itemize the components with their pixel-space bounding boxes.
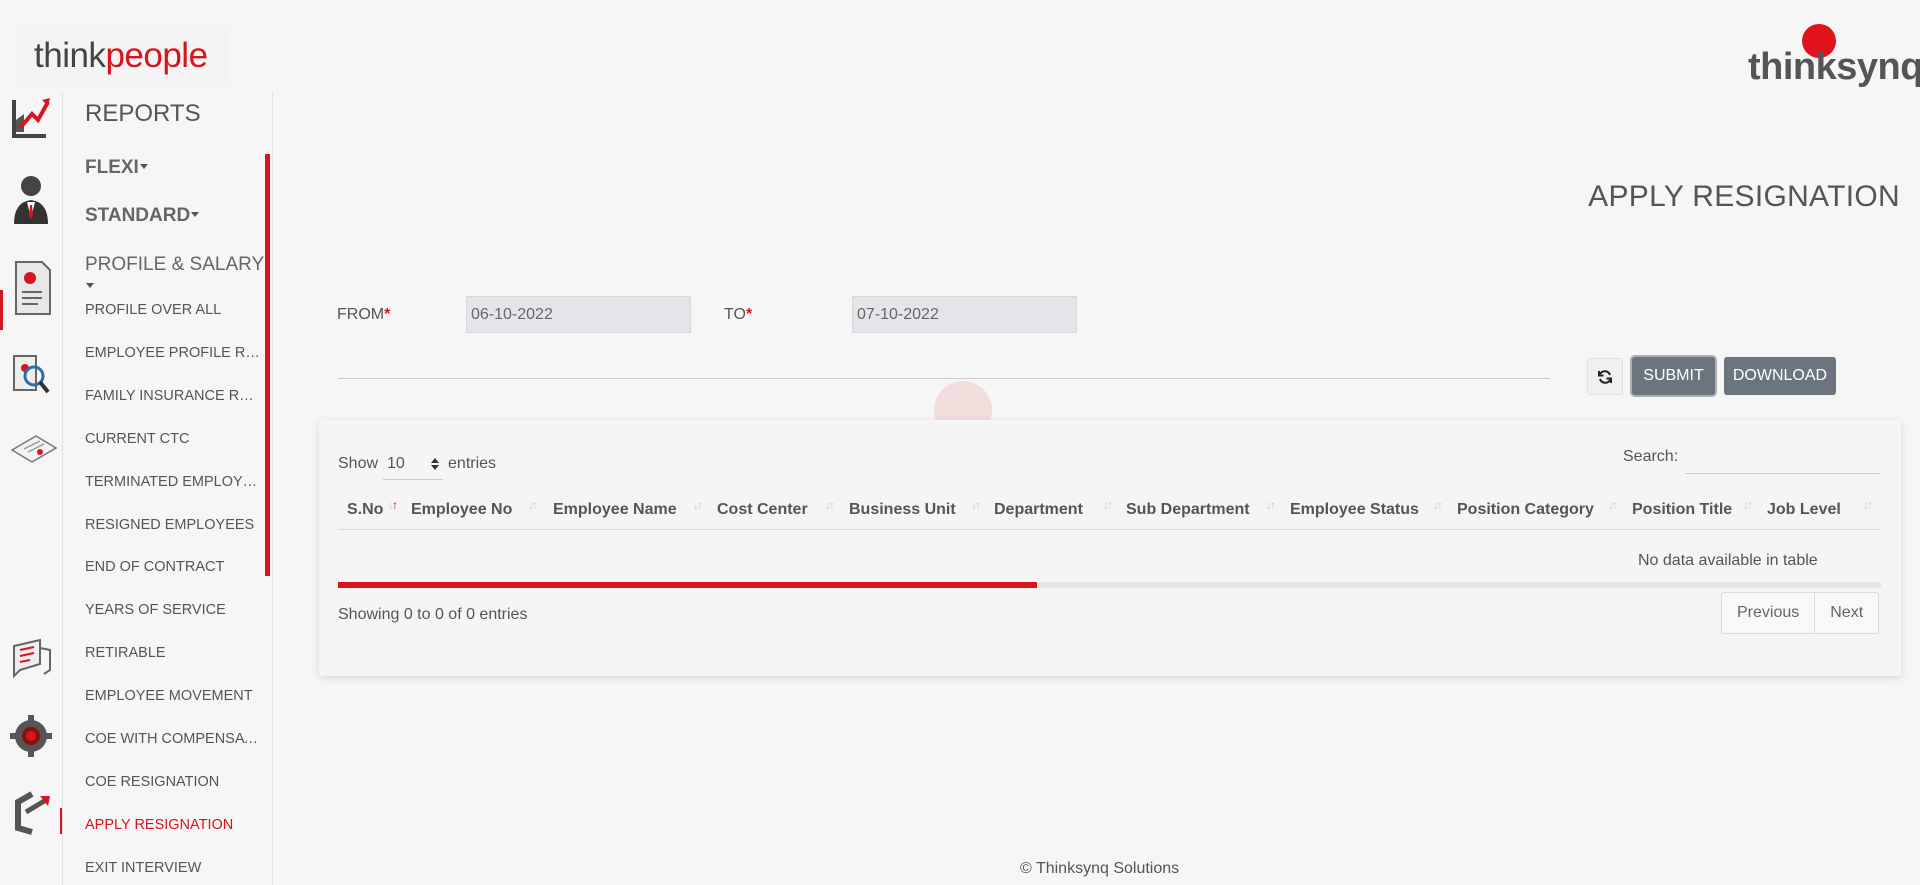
sort-icon[interactable]: ↓↑ — [1266, 498, 1276, 512]
logout-icon[interactable] — [10, 788, 52, 840]
sort-icon[interactable]: ↓↑ — [971, 498, 981, 512]
show-label: Show — [338, 455, 379, 472]
refresh-button[interactable] — [1587, 358, 1623, 395]
column-header-cost-center[interactable]: Cost Center — [717, 490, 808, 530]
subnav-item-family-insurance-report[interactable]: FAMILY INSURANCE REPORT — [85, 388, 260, 404]
reports-subnav: REPORTS FLEXI STANDARD PROFILE & SALARY … — [60, 92, 273, 885]
search-input[interactable] — [1685, 440, 1880, 474]
loading-progress-bar — [338, 582, 1881, 588]
subnav-item-coe-with-compensation[interactable]: COE WITH COMPENSATION — [85, 731, 260, 747]
subnav-item-resigned-employees[interactable]: RESIGNED EMPLOYEES — [85, 517, 260, 533]
document-profile-icon[interactable] — [10, 258, 52, 315]
submit-button[interactable]: SUBMIT — [1632, 357, 1715, 395]
certificate-icon[interactable] — [10, 430, 58, 482]
previous-page-button[interactable]: Previous — [1722, 593, 1814, 633]
subnav-item-coe-resignation[interactable]: COE RESIGNATION — [85, 774, 260, 790]
subnav-title: REPORTS — [85, 100, 201, 127]
caret-down-icon — [139, 164, 148, 169]
group-flexi-label: FLEXI — [85, 157, 139, 178]
sort-icon[interactable]: ↓↑ — [1433, 498, 1443, 512]
rail-active-indicator — [0, 290, 3, 330]
sort-icon[interactable]: ↓↑ — [1863, 498, 1873, 512]
group-standard[interactable]: STANDARD — [85, 205, 200, 227]
subnav-item-end-of-contract[interactable]: END OF CONTRACT — [85, 559, 260, 575]
logo-text-thinksynq: thinksynq — [1748, 46, 1920, 88]
messages-icon[interactable] — [10, 636, 52, 688]
column-header-sub-department[interactable]: Sub Department — [1126, 490, 1250, 530]
entries-label: entries — [448, 455, 497, 472]
employee-icon[interactable] — [10, 172, 52, 224]
subnav-item-profile-over-all[interactable]: PROFILE OVER ALL — [85, 302, 260, 318]
sort-icon[interactable]: ↓↑ — [693, 498, 703, 512]
column-header-position-category[interactable]: Position Category — [1457, 490, 1594, 530]
logo-text-think: think — [34, 36, 106, 75]
thinkpeople-logo: think people — [18, 26, 228, 86]
required-mark: * — [384, 306, 391, 323]
group-profile-salary-label: PROFILE & SALARY — [85, 254, 265, 275]
from-label-text: FROM — [337, 306, 385, 323]
column-header-sno[interactable]: S.No — [347, 490, 383, 530]
from-date-input[interactable] — [466, 296, 691, 333]
subnav-item-years-of-service[interactable]: YEARS OF SERVICE — [85, 602, 260, 618]
thinksynq-logo: thinksynq — [1748, 24, 1920, 96]
sort-icon[interactable]: ↓↑ — [825, 498, 835, 512]
refresh-icon — [1598, 369, 1612, 384]
subnav-item-exit-interview[interactable]: EXIT INTERVIEW — [85, 860, 260, 876]
download-button[interactable]: DOWNLOAD — [1724, 357, 1836, 395]
to-label-text: TO — [724, 306, 746, 323]
subnav-item-current-ctc[interactable]: CURRENT CTC — [85, 431, 260, 447]
column-header-business-unit[interactable]: Business Unit — [849, 490, 956, 530]
pagination: Previous Next — [1721, 592, 1880, 634]
search-employee-icon[interactable] — [10, 350, 52, 402]
column-header-employee-status[interactable]: Employee Status — [1290, 490, 1419, 530]
column-header-position-title[interactable]: Position Title — [1632, 490, 1732, 530]
to-date-input[interactable] — [852, 296, 1077, 333]
sort-icon[interactable]: ↓↑ — [528, 498, 538, 512]
page-length-value: 10 — [387, 454, 405, 472]
table-info: Showing 0 to 0 of 0 entries — [338, 606, 528, 623]
subnav-scrollbar[interactable] — [265, 154, 270, 576]
column-header-employee-no[interactable]: Employee No — [411, 490, 512, 530]
form-divider — [338, 378, 1550, 379]
subnav-item-employee-profile-report[interactable]: EMPLOYEE PROFILE REPORT — [85, 345, 260, 361]
logo-text-people: people — [105, 36, 208, 75]
page-title: APPLY RESIGNATION — [1588, 180, 1900, 213]
empty-table-message: No data available in table — [1638, 552, 1818, 569]
reports-chart-icon[interactable] — [10, 92, 52, 144]
sort-icon[interactable]: ↓↑ — [1743, 498, 1753, 512]
search-label: Search: — [1623, 448, 1679, 465]
required-mark: * — [745, 306, 753, 323]
next-page-button[interactable]: Next — [1814, 593, 1878, 633]
group-standard-label: STANDARD — [85, 205, 191, 226]
group-flexi[interactable]: FLEXI — [85, 157, 148, 179]
footer-copyright: © Thinksynq Solutions — [1020, 860, 1180, 877]
sort-icon[interactable]: ↓↑ — [1103, 498, 1113, 512]
column-header-department[interactable]: Department — [994, 490, 1083, 530]
caret-down-icon — [191, 212, 200, 217]
table-header: S.No ↓↑ Employee No ↓↑ Employee Name ↓↑ … — [338, 490, 1881, 530]
page-length-select[interactable]: 10 — [383, 448, 444, 480]
column-header-employee-name[interactable]: Employee Name — [553, 490, 677, 530]
from-label: FROM* — [337, 306, 390, 324]
report-table-card: Show 10 entries Search: S.No ↓↑ Employee… — [319, 420, 1901, 676]
loading-progress-fill — [338, 582, 1037, 588]
subnav-item-terminated-employees[interactable]: TERMINATED EMPLOYEES — [85, 474, 260, 490]
icon-rail — [0, 92, 62, 885]
select-arrows-icon — [431, 457, 440, 470]
caret-down-icon — [86, 283, 94, 288]
page-length-control: Show 10 entries — [338, 448, 496, 480]
subnav-item-apply-resignation[interactable]: APPLY RESIGNATION — [85, 817, 260, 833]
subnav-active-indicator — [60, 808, 62, 834]
subnav-item-employee-movement[interactable]: EMPLOYEE MOVEMENT — [85, 688, 260, 704]
column-header-job-level[interactable]: Job Level — [1767, 490, 1841, 530]
group-profile-salary[interactable]: PROFILE & SALARY — [85, 254, 272, 298]
settings-gear-icon[interactable] — [10, 714, 52, 766]
sort-icon[interactable]: ↓↑ — [1608, 498, 1618, 512]
sort-asc-icon[interactable]: ↓↑ — [388, 498, 398, 512]
subnav-item-retirable[interactable]: RETIRABLE — [85, 645, 260, 661]
to-label: TO* — [724, 306, 752, 324]
